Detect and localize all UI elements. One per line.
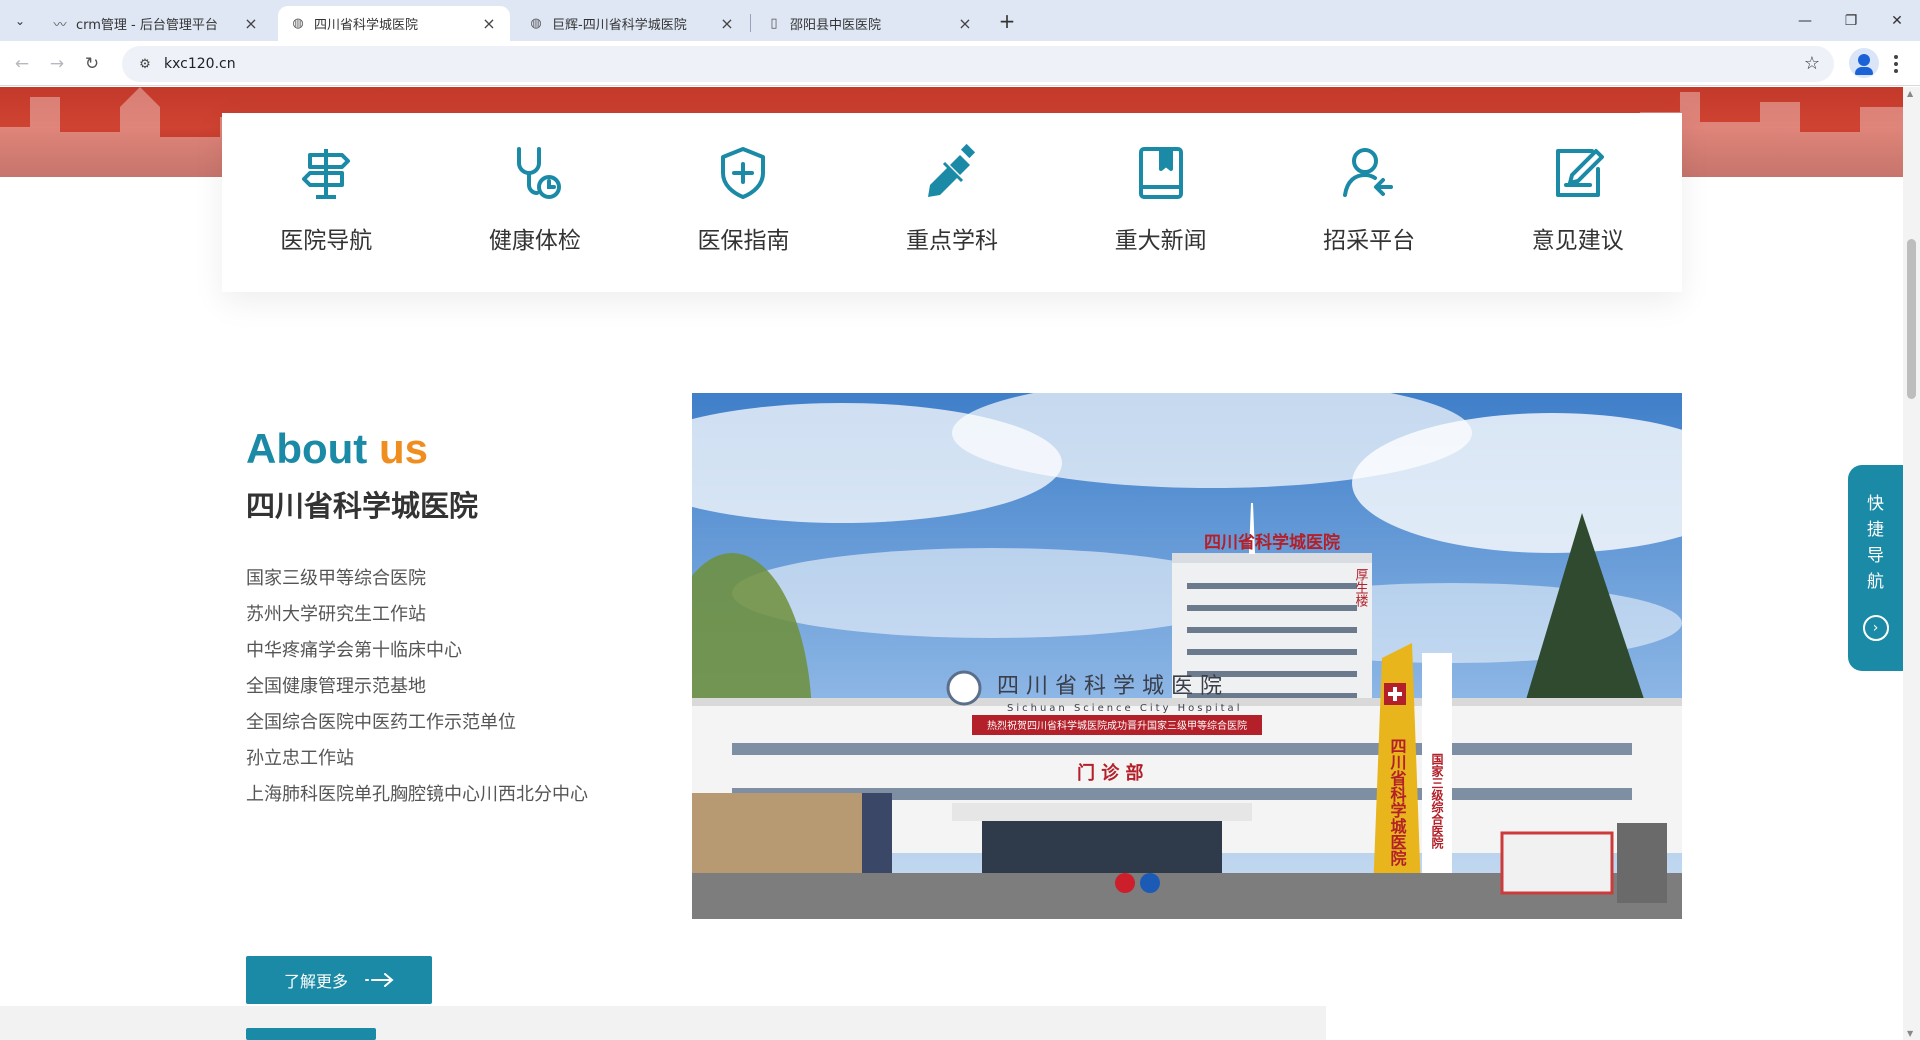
quick-nav-label: 重点学科: [906, 228, 999, 254]
quick-nav-key-disciplines[interactable]: 重点学科: [848, 113, 1057, 292]
entrance-sign: 门 诊 部: [1077, 762, 1144, 784]
tab-separator: [750, 14, 751, 32]
credential-item: 上海肺科医院单孔胸腔镜中心川西北分中心: [246, 784, 588, 805]
page-viewport: 医院导航 健康体检 医保指南 重点学科 重大新闻 招采平台 意见建议 About…: [0, 87, 1903, 1040]
browser-toolbar: ← → ↻ ⚙ kxc120.cn ☆: [0, 41, 1920, 86]
quick-nav-hospital-guide[interactable]: 医院导航: [222, 113, 431, 292]
new-tab-button[interactable]: +: [994, 8, 1020, 34]
forward-icon[interactable]: →: [44, 51, 70, 77]
tab-shaoyang[interactable]: ▯ 邵阳县中医医院 ×: [754, 6, 986, 41]
hospital-name: 四川省科学城医院: [246, 489, 479, 523]
pillar-side-text: 国家三级综合医院: [1430, 753, 1444, 850]
crm-favicon-icon: 〰: [53, 18, 67, 33]
news-book-icon: [1138, 147, 1183, 199]
scroll-up-icon[interactable]: ▲: [1907, 89, 1913, 98]
globe-icon: ◍: [292, 16, 304, 31]
shield-plus-icon: [721, 147, 766, 199]
profile-avatar-icon[interactable]: [1849, 48, 1879, 78]
page-scrollbar[interactable]: ▲ ▼: [1903, 87, 1920, 1040]
scroll-down-icon[interactable]: ▼: [1907, 1029, 1913, 1038]
facade-name: 四 川 省 科 学 城 医 院: [997, 674, 1222, 699]
address-bar[interactable]: ⚙ kxc120.cn ☆: [122, 46, 1834, 82]
arrow-right-icon: [365, 973, 394, 987]
tab-crm[interactable]: 〰 crm管理 - 后台管理平台 ×: [40, 6, 272, 41]
hospital-photo-illustration: 四川省科学城医院 厚生楼 四 川 省 科 学 城 医 院 Sichuan Sci…: [692, 393, 1682, 919]
credential-item: 苏州大学研究生工作站: [246, 604, 426, 625]
close-window-icon[interactable]: ✕: [1874, 0, 1920, 41]
url-text[interactable]: kxc120.cn: [164, 56, 236, 72]
red-banner: 热烈祝贺四川省科学城医院成功晋升国家三级甲等综合医院: [987, 719, 1247, 732]
about-section: About us 四川省科学城医院 国家三级甲等综合医院 苏州大学研究生工作站 …: [246, 423, 666, 813]
signpost-icon: [302, 149, 351, 199]
quick-nav-health-checkup[interactable]: 健康体检: [431, 113, 640, 292]
reload-icon[interactable]: ↻: [79, 51, 105, 77]
globe-icon: ◍: [530, 16, 542, 31]
credential-item: 国家三级甲等综合医院: [246, 568, 426, 589]
tab-hospital[interactable]: ◍ 四川省科学城医院 ×: [278, 6, 510, 41]
about-heading: About us: [246, 423, 666, 475]
roof-sign: 四川省科学城医院: [1204, 532, 1340, 553]
pencil-ruler-icon: [928, 143, 976, 197]
quick-nav-label: 健康体检: [488, 228, 581, 254]
credentials-list: 国家三级甲等综合医院 苏州大学研究生工作站 中华疼痛学会第十临床中心 全国健康管…: [246, 561, 666, 813]
quick-nav-label: 重大新闻: [1114, 228, 1207, 254]
close-tab-icon[interactable]: ×: [718, 14, 736, 33]
quick-nav-insurance-guide[interactable]: 医保指南: [639, 113, 848, 292]
quick-nav-feedback[interactable]: 意见建议: [1473, 113, 1682, 292]
doc-icon: ▯: [770, 16, 778, 31]
learn-more-button[interactable]: 了解更多: [246, 956, 432, 1004]
next-section-band: [0, 1006, 1326, 1040]
browser-menu-icon[interactable]: [1886, 49, 1906, 79]
tower-label: 厚生楼: [1353, 568, 1369, 607]
facade-english: Sichuan Science City Hospital: [1007, 703, 1242, 714]
floating-quick-nav[interactable]: 快捷导航 ›: [1848, 465, 1903, 671]
minimize-icon[interactable]: —: [1782, 0, 1828, 41]
about-heading-word2: us: [378, 425, 428, 472]
quick-nav-major-news[interactable]: 重大新闻: [1056, 113, 1265, 292]
credential-item: 全国综合医院中医药工作示范单位: [246, 712, 516, 733]
next-section-title-peek: [246, 1028, 376, 1040]
credential-item: 孙立忠工作站: [246, 748, 354, 769]
tab-title: 巨辉-四川省科学城医院: [552, 18, 687, 33]
checkup-icon: [516, 147, 561, 199]
edit-note-icon: [1555, 149, 1604, 197]
about-heading-word1: About: [246, 425, 368, 472]
quick-nav-label: 招采平台: [1323, 228, 1416, 254]
tab-search-chevron-icon[interactable]: ⌄: [8, 9, 32, 33]
tab-title: 邵阳县中医医院: [790, 18, 882, 33]
quick-nav-card: 医院导航 健康体检 医保指南 重点学科 重大新闻 招采平台 意见建议: [222, 113, 1682, 292]
close-tab-icon[interactable]: ×: [480, 14, 498, 33]
floating-quick-nav-label: 快捷导航: [1867, 494, 1884, 592]
chevron-right-icon[interactable]: ›: [1862, 615, 1889, 641]
restore-icon[interactable]: ❐: [1828, 0, 1874, 41]
back-icon[interactable]: ←: [9, 51, 35, 77]
scrollbar-thumb[interactable]: [1907, 239, 1916, 399]
credential-item: 中华疼痛学会第十临床中心: [246, 640, 462, 661]
quick-nav-label: 医院导航: [280, 228, 373, 254]
quick-nav-label: 医保指南: [697, 228, 790, 254]
pillar-text: 四川省科学城医院: [1388, 738, 1408, 867]
browser-tab-bar: ⌄ 〰 crm管理 - 后台管理平台 × ◍ 四川省科学城医院 × ◍ 巨辉-四…: [0, 0, 1920, 41]
learn-more-label: 了解更多: [283, 972, 348, 991]
hospital-building-photo: 四川省科学城医院 厚生楼 四 川 省 科 学 城 医 院 Sichuan Sci…: [692, 393, 1682, 919]
site-settings-icon[interactable]: ⚙: [130, 57, 160, 72]
user-arrow-icon: [1343, 148, 1394, 197]
bookmark-star-icon[interactable]: ☆: [1804, 53, 1820, 74]
tab-title: 四川省科学城医院: [314, 18, 419, 33]
credential-item: 全国健康管理示范基地: [246, 676, 426, 697]
tab-title: crm管理 - 后台管理平台: [76, 18, 218, 33]
tab-juhui[interactable]: ◍ 巨辉-四川省科学城医院 ×: [516, 6, 748, 41]
quick-nav-procurement[interactable]: 招采平台: [1265, 113, 1474, 292]
quick-nav-label: 意见建议: [1531, 228, 1624, 254]
close-tab-icon[interactable]: ×: [242, 14, 260, 33]
close-tab-icon[interactable]: ×: [956, 14, 974, 33]
